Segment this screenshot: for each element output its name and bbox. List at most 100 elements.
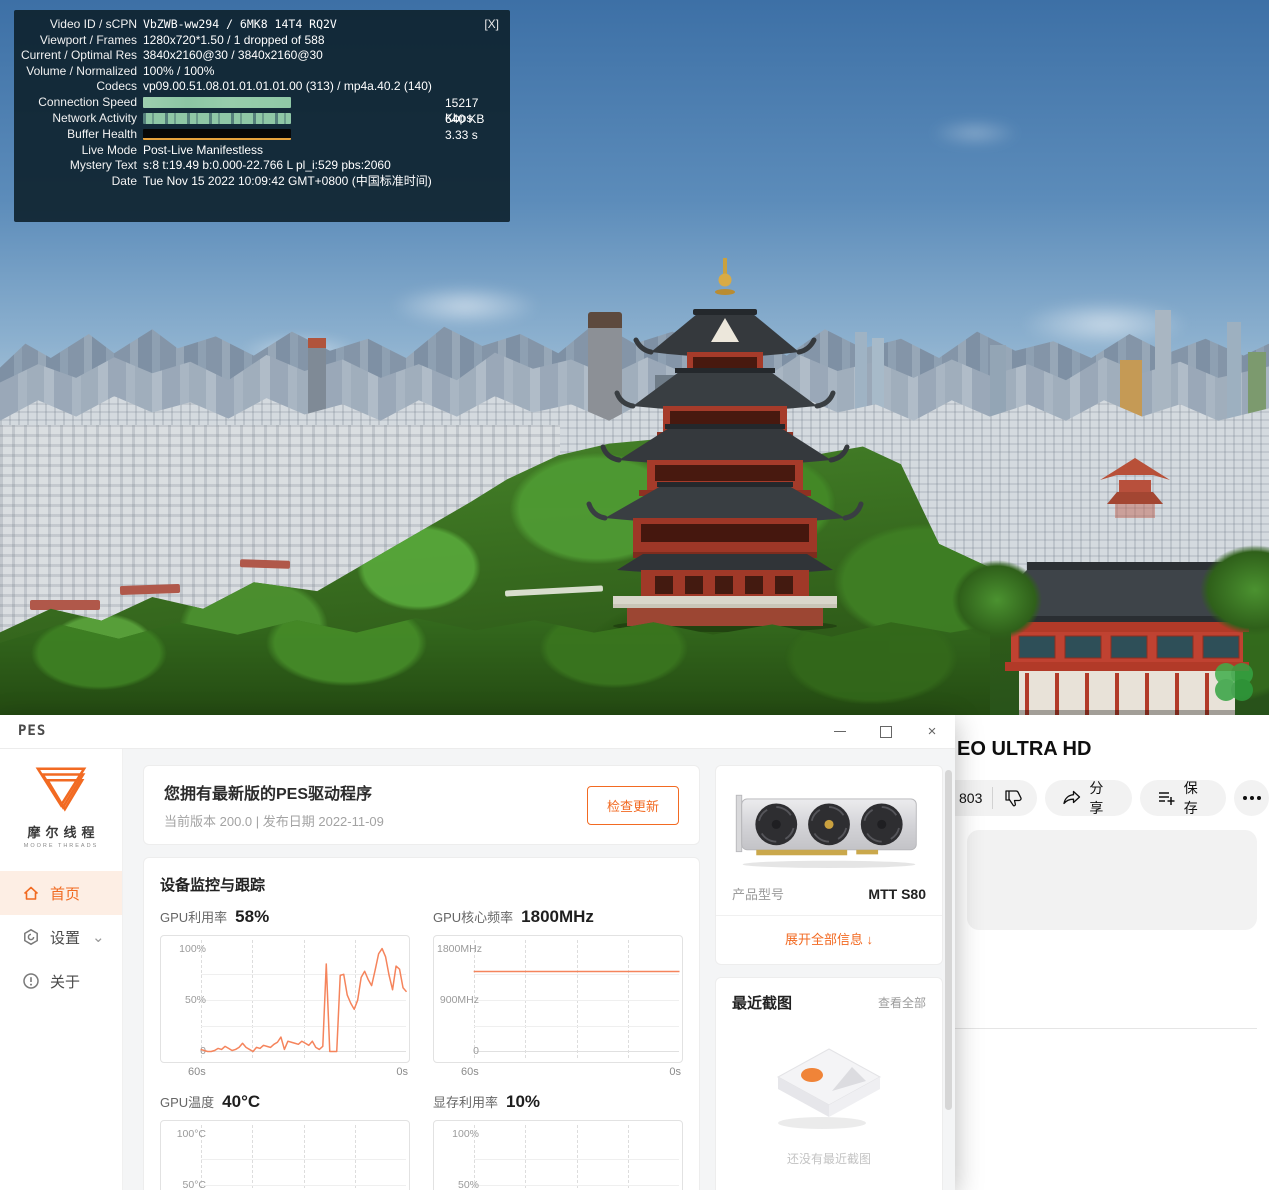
stats-value: 3840x2160@30 / 3840x2160@30	[143, 48, 323, 64]
x-tick: 60s	[188, 1066, 206, 1078]
share-label: 分享	[1089, 778, 1115, 818]
video-title: EO ULTRA HD	[957, 738, 1091, 761]
stats-value: 640 KB	[445, 112, 484, 128]
chart-current-value: 40°C	[222, 1092, 260, 1112]
stats-label: Current / Optimal Res	[20, 48, 137, 64]
chart-gpu-frequency: GPU核心频率 1800MHz 1800MHz 900MHz 0 60s 0s	[433, 907, 683, 1078]
connection-speed-bar	[143, 97, 291, 108]
window-scrollbar[interactable]	[945, 770, 952, 1110]
stats-row: Network Activity 640 KB	[20, 111, 500, 127]
stats-row: Viewport / Frames 1280x720*1.50 / 1 drop…	[20, 33, 500, 49]
more-button[interactable]	[1234, 780, 1269, 816]
stats-row: Date Tue Nov 15 2022 10:09:42 GMT+0800 (…	[20, 174, 500, 190]
brand-logo: 摩尔线程 MOORE THREADS	[0, 761, 122, 849]
chart-canvas: 100% 50% 0	[433, 1120, 683, 1190]
pagoda-illustration	[575, 252, 875, 632]
brand-logo-icon	[32, 761, 90, 813]
stats-value: 3.33 s	[445, 128, 478, 144]
product-model-value: MTT S80	[868, 886, 926, 902]
stats-value: 1280x720*1.50 / 1 dropped of 588	[143, 33, 325, 49]
empty-screenshot-icon	[764, 1039, 894, 1135]
video-frame[interactable]: [X] Video ID / sCPN VbZWB-ww294 / 6MK8 1…	[0, 0, 1269, 715]
like-count: 803	[959, 790, 982, 806]
more-icon	[1250, 796, 1254, 800]
stats-row: Connection Speed 15217 Kbps	[20, 95, 500, 111]
stats-row: Buffer Health 3.33 s	[20, 127, 500, 143]
window-titlebar[interactable]: PES ×	[0, 715, 955, 749]
minimize-button[interactable]	[817, 715, 863, 748]
like-dislike-pill[interactable]: 803	[955, 780, 1037, 816]
pill-divider	[992, 787, 993, 809]
brand-name-en: MOORE THREADS	[0, 843, 122, 849]
stats-row: Mystery Text s:8 t:19.49 b:0.000-22.766 …	[20, 158, 500, 174]
update-subtitle: 当前版本 200.0 | 发布日期 2022-11-09	[164, 811, 587, 830]
close-button[interactable]: ×	[909, 715, 955, 748]
chart-title: 显存利用率	[433, 1092, 498, 1111]
product-model-label: 产品型号	[732, 884, 784, 903]
small-pavilion	[1095, 448, 1175, 528]
chevron-down-icon: ⌄	[92, 928, 105, 946]
home-icon	[22, 884, 40, 902]
stats-value: s:8 t:19.49 b:0.000-22.766 L pl_i:529 pb…	[143, 158, 391, 174]
thumbs-down-icon[interactable]	[1003, 788, 1023, 808]
stats-row: Video ID / sCPN VbZWB-ww294 / 6MK8 14T4 …	[20, 17, 500, 33]
minimize-icon	[834, 731, 846, 732]
stats-row: Volume / Normalized 100% / 100%	[20, 64, 500, 80]
view-all-link[interactable]: 查看全部	[878, 994, 926, 1011]
stats-label: Viewport / Frames	[20, 33, 137, 49]
network-activity-bar	[143, 113, 291, 124]
stats-row: Live Mode Post-Live Manifestless	[20, 143, 500, 159]
stats-value: 100% / 100%	[143, 64, 214, 80]
sidebar-item-label: 设置	[50, 927, 80, 948]
watermark-logo	[1208, 658, 1260, 706]
save-button[interactable]: 保存	[1140, 780, 1226, 816]
sidebar: 摩尔线程 MOORE THREADS 首页 设置 ⌄ 关于	[0, 749, 123, 1190]
share-icon	[1061, 788, 1081, 808]
chart-title: GPU利用率	[160, 907, 227, 926]
youtube-page: EO ULTRA HD 803 分享 保存	[955, 715, 1269, 1190]
pes-window: PES × 摩尔线程 MOORE THREADS 首页	[0, 715, 955, 1190]
buffer-health-bar	[143, 129, 291, 140]
cloud	[930, 120, 1020, 146]
sidebar-item-home[interactable]: 首页	[0, 871, 122, 915]
stats-label: Network Activity	[20, 111, 137, 127]
sidebar-item-about[interactable]: 关于	[0, 959, 122, 1003]
chart-current-value: 1800MHz	[521, 907, 594, 927]
sidebar-item-label: 首页	[50, 883, 80, 904]
stats-label: Video ID / sCPN	[20, 17, 137, 33]
chart-gpu-utilization: GPU利用率 58% 100% 50% 0 60s 0s	[160, 907, 410, 1078]
expand-info-link[interactable]: 展开全部信息 ↓	[716, 916, 942, 961]
x-tick: 60s	[461, 1066, 479, 1078]
maximize-icon	[880, 726, 892, 738]
gpu-image	[729, 780, 929, 876]
update-title: 您拥有最新版的PES驱动程序	[164, 780, 587, 804]
chart-current-value: 58%	[235, 907, 269, 927]
about-icon	[22, 972, 40, 990]
close-icon: ×	[928, 724, 937, 739]
chart-title: GPU温度	[160, 1092, 214, 1111]
sidebar-item-label: 关于	[50, 971, 80, 992]
stats-label: Codecs	[20, 79, 137, 95]
empty-text: 还没有最近截图	[716, 1150, 942, 1167]
stats-close-button[interactable]: [X]	[484, 17, 499, 33]
chart-canvas: 100°C 50°C 0	[160, 1120, 410, 1190]
x-tick: 0s	[396, 1066, 408, 1078]
brand-name-cn: 摩尔线程	[0, 822, 122, 841]
save-label: 保存	[1184, 778, 1210, 818]
monitor-card: 设备监控与跟踪 GPU利用率 58% 100% 50% 0	[143, 857, 700, 1190]
sidebar-item-settings[interactable]: 设置 ⌄	[0, 915, 122, 959]
stats-row: Current / Optimal Res 3840x2160@30 / 384…	[20, 48, 500, 64]
chart-canvas: 100% 50% 0	[160, 935, 410, 1063]
share-button[interactable]: 分享	[1045, 780, 1131, 816]
stats-value: vp09.00.51.08.01.01.01.01.00 (313) / mp4…	[143, 79, 432, 95]
stats-overlay: [X] Video ID / sCPN VbZWB-ww294 / 6MK8 1…	[14, 10, 510, 222]
chart-canvas: 1800MHz 900MHz 0	[433, 935, 683, 1063]
check-update-button[interactable]: 检查更新	[587, 786, 679, 825]
chart-gpu-temperature: GPU温度 40°C 100°C 50°C 0 60s 0s	[160, 1092, 410, 1190]
maximize-button[interactable]	[863, 715, 909, 748]
stats-value: Post-Live Manifestless	[143, 143, 263, 159]
description-box[interactable]	[967, 830, 1257, 930]
product-card: 产品型号 MTT S80 展开全部信息 ↓	[715, 765, 943, 965]
settings-icon	[22, 928, 40, 946]
pes-content: 您拥有最新版的PES驱动程序 当前版本 200.0 | 发布日期 2022-11…	[123, 749, 955, 1190]
